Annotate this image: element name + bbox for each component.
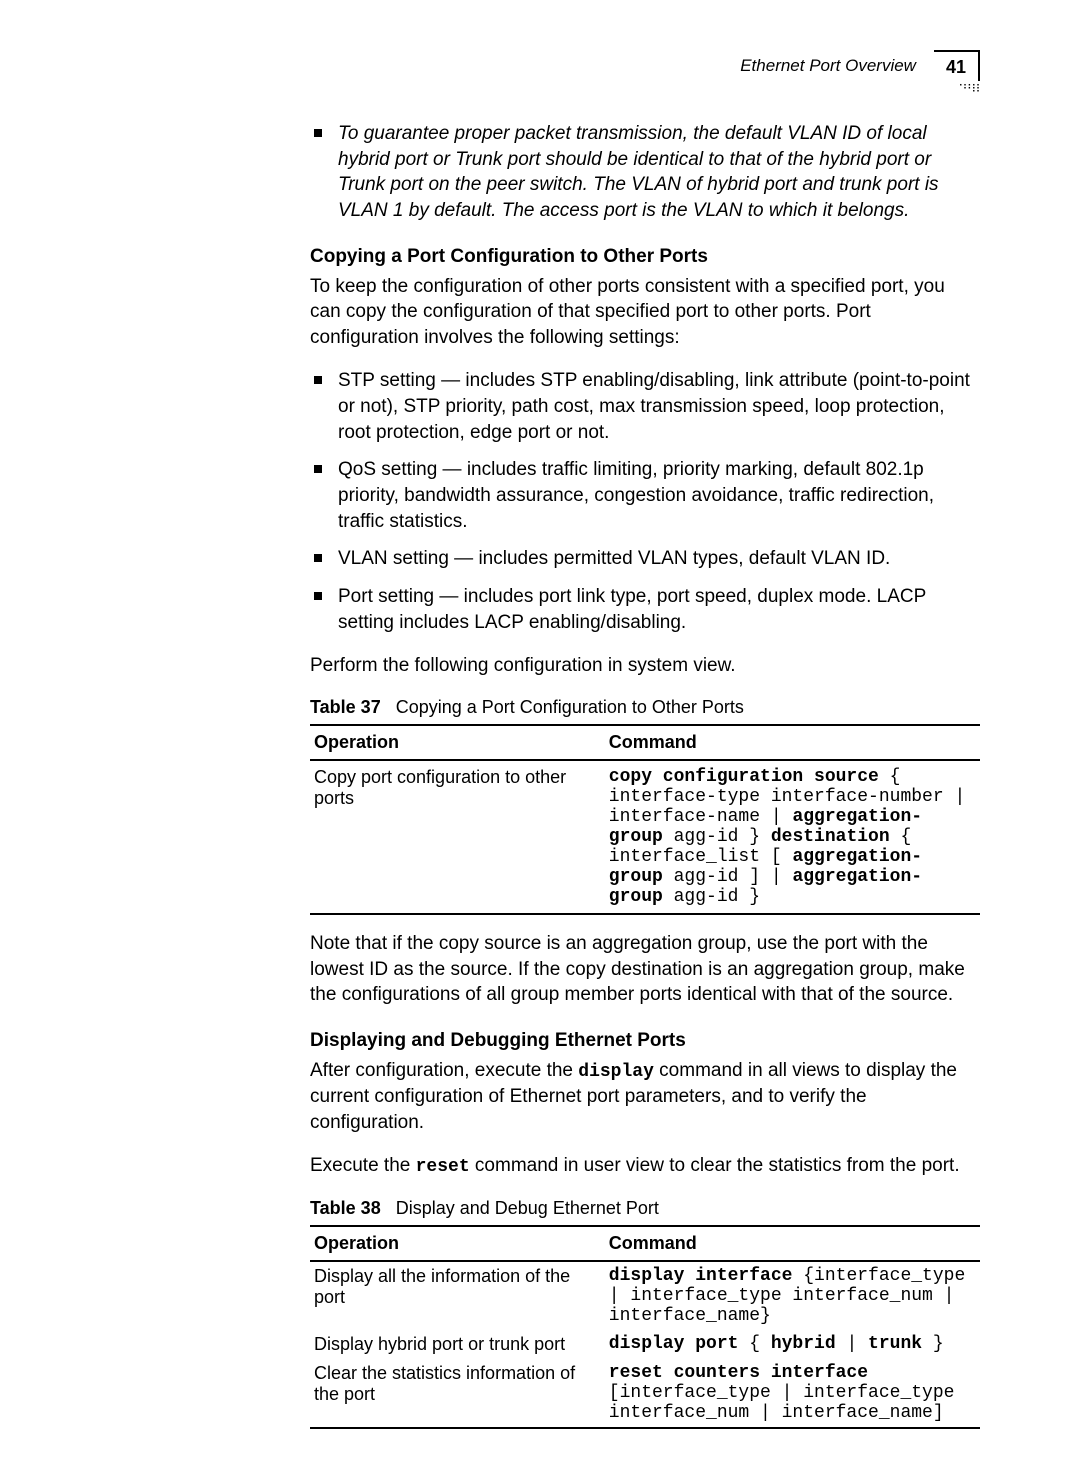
table37-caption: Table 37 Copying a Port Configuration to… [310,697,980,718]
table37-label: Table 37 [310,697,381,717]
inline-code: reset [416,1157,470,1177]
text: Execute the [310,1155,416,1176]
cell-operation: Clear the statistics information of the … [310,1359,605,1428]
list-item: QoS setting — includes traffic limiting,… [310,457,980,534]
cell-command: display interface {interface_type | inte… [605,1261,980,1330]
table-row: Copy port configuration to other ports c… [310,760,980,914]
list-item: VLAN setting — includes permitted VLAN t… [310,546,980,572]
cmd-bold: display port [609,1334,739,1354]
display-intro: After configuration, execute the display… [310,1058,980,1136]
section-heading-display: Displaying and Debugging Ethernet Ports [310,1030,980,1052]
cmd-text: agg-id } [663,827,771,847]
dot-pattern-icon: ··········· [959,84,981,93]
settings-list: STP setting — includes STP enabling/disa… [310,368,980,635]
cell-operation: Display hybrid port or trunk port [310,1330,605,1359]
table-row: Display all the information of the port … [310,1261,980,1330]
table37: Operation Command Copy port configuratio… [310,724,980,915]
text: command in user view to clear the statis… [470,1155,960,1176]
th-command: Command [605,1226,980,1261]
cmd-text: agg-id } [663,887,760,907]
table-row: Display hybrid port or trunk port displa… [310,1330,980,1359]
table-header-row: Operation Command [310,725,980,760]
th-command: Command [605,725,980,760]
cmd-text: } [922,1334,944,1354]
cell-command: display port { hybrid | trunk } [605,1330,980,1359]
cell-command: copy configuration source { interface-ty… [605,760,980,914]
inline-code: display [578,1062,654,1082]
cell-command: reset counters interface [interface_type… [605,1359,980,1428]
copy-note: Note that if the copy source is an aggre… [310,931,980,1008]
page: Ethernet Port Overview 41 ··········· To… [0,0,1080,1469]
intro-bullet: To guarantee proper packet transmission,… [310,121,980,224]
section-heading-copy: Copying a Port Configuration to Other Po… [310,246,980,268]
cmd-bold: reset counters interface [609,1363,868,1383]
header-title: Ethernet Port Overview [740,56,916,76]
list-item: STP setting — includes STP enabling/disa… [310,368,980,445]
th-operation: Operation [310,1226,605,1261]
table-row: Clear the statistics information of the … [310,1359,980,1428]
perform-text: Perform the following configuration in s… [310,653,980,679]
cmd-bold: display interface [609,1266,793,1286]
cmd-text: { [738,1334,770,1354]
cmd-text: | [836,1334,868,1354]
table-header-row: Operation Command [310,1226,980,1261]
cmd-bold: hybrid [771,1334,836,1354]
page-number: 41 [946,57,966,77]
cmd-text: agg-id ] | [663,867,793,887]
table37-title: Copying a Port Configuration to Other Po… [396,697,744,717]
cell-operation: Copy port configuration to other ports [310,760,605,914]
page-header: Ethernet Port Overview 41 ··········· [310,50,980,81]
page-number-box: 41 ··········· [934,50,980,81]
cmd-bold: display [578,1062,654,1082]
th-operation: Operation [310,725,605,760]
text: After configuration, execute the [310,1060,578,1081]
copy-intro: To keep the configuration of other ports… [310,274,980,351]
intro-bullet-list: To guarantee proper packet transmission,… [310,121,980,224]
cell-operation: Display all the information of the port [310,1261,605,1330]
list-item: Port setting — includes port link type, … [310,584,980,635]
cmd-bold: trunk [868,1334,922,1354]
cmd-bold: destination [771,827,890,847]
table38-title: Display and Debug Ethernet Port [396,1198,659,1218]
table38-label: Table 38 [310,1198,381,1218]
reset-intro: Execute the reset command in user view t… [310,1153,980,1179]
cmd-bold: copy configuration source [609,767,879,787]
table38: Operation Command Display all the inform… [310,1225,980,1429]
table38-caption: Table 38 Display and Debug Ethernet Port [310,1198,980,1219]
cmd-bold: reset [416,1157,470,1177]
